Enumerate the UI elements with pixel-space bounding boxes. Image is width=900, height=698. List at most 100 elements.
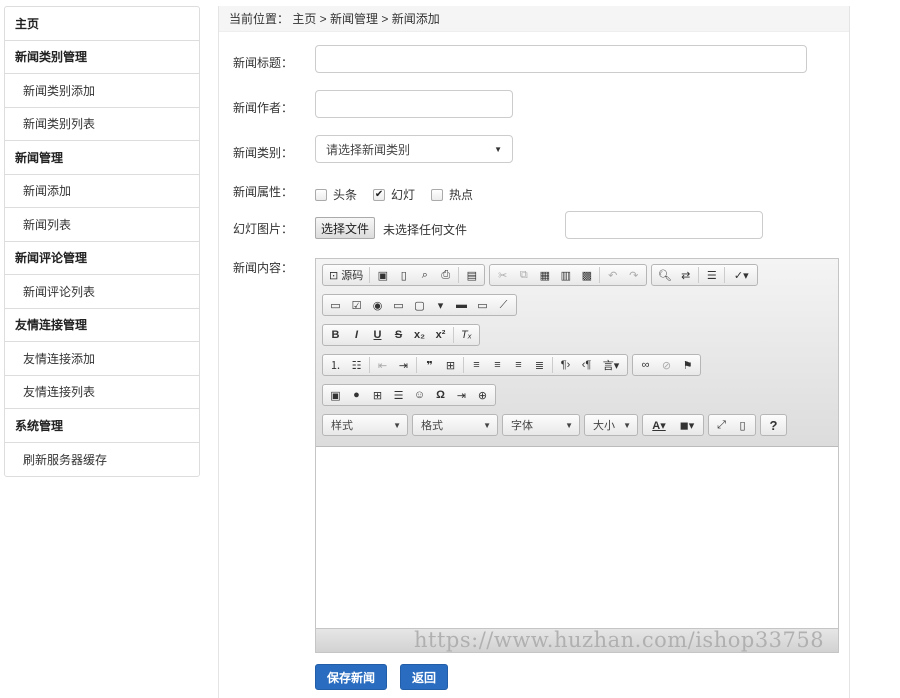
templates-icon[interactable]: ▤: [461, 266, 482, 284]
align-right-icon[interactable]: ≡: [508, 356, 529, 374]
language-icon[interactable]: 言▾: [597, 356, 625, 374]
sidebar-section-header[interactable]: 友情连接管理: [5, 309, 199, 342]
align-justify-icon[interactable]: ≣: [529, 356, 550, 374]
checkbox-icon[interactable]: ☑: [346, 296, 367, 314]
remove-format-icon[interactable]: Tₓ: [456, 326, 477, 344]
title-input[interactable]: [315, 45, 807, 73]
author-input[interactable]: [315, 90, 513, 118]
bg-color-icon[interactable]: ◼▾: [673, 416, 701, 434]
print-icon[interactable]: ⎙: [435, 266, 456, 284]
radio-icon[interactable]: ◉: [367, 296, 388, 314]
new-page-icon[interactable]: ▯: [393, 266, 414, 284]
div-container-icon[interactable]: ⊞: [440, 356, 461, 374]
sidebar-section-header[interactable]: 系统管理: [5, 409, 199, 443]
back-button[interactable]: 返回: [400, 664, 448, 690]
sidebar-item[interactable]: 刷新服务器缓存: [5, 443, 199, 477]
subscript-icon[interactable]: x₂: [409, 326, 430, 344]
save-icon[interactable]: ▣: [372, 266, 393, 284]
attr-label-hot: 热点: [449, 188, 474, 202]
italic-icon[interactable]: I: [346, 326, 367, 344]
textarea-icon[interactable]: ▢: [409, 296, 430, 314]
sidebar-section-header[interactable]: 主页: [5, 7, 199, 41]
category-selected-text: 请选择新闻类别: [326, 142, 411, 157]
select-all-icon[interactable]: ☰: [701, 266, 722, 284]
chevron-down-icon: ▼: [565, 420, 573, 430]
font-combo[interactable]: 字体 ▼: [502, 414, 580, 436]
cut-icon[interactable]: ✂: [492, 266, 513, 284]
sidebar-section-header[interactable]: 新闻类别管理: [5, 41, 199, 74]
flash-icon[interactable]: ●: [346, 386, 367, 404]
attr-checkbox-hot[interactable]: [431, 188, 444, 201]
outdent-icon[interactable]: ⇤: [372, 356, 393, 374]
paste-word-icon[interactable]: ▩: [576, 266, 597, 284]
find-icon[interactable]: 🔍︎: [654, 266, 675, 284]
maximize-icon[interactable]: ⤢: [711, 416, 732, 434]
form-icon[interactable]: ▭: [325, 296, 346, 314]
spellcheck-icon[interactable]: ✓▾: [727, 266, 755, 284]
align-center-icon[interactable]: ≡: [487, 356, 508, 374]
bold-icon[interactable]: B: [325, 326, 346, 344]
sidebar-item[interactable]: 新闻评论列表: [5, 275, 199, 309]
rich-text-editor: ⊡ 源码 ▣ ▯ ⌕ ⎙ ▤ ✂ ⧉ ▦ ▥ ▩ ↶ ↷ 🔍︎ ⇄ ☰ ✓▾ ▭…: [315, 258, 839, 653]
smiley-icon[interactable]: ☺: [409, 386, 430, 404]
sidebar-item-label: 新闻类别添加: [23, 83, 96, 98]
redo-icon[interactable]: ↷: [623, 266, 644, 284]
rtl-icon[interactable]: ‹¶: [576, 356, 597, 374]
sidebar-item[interactable]: 新闻类别列表: [5, 108, 199, 141]
about-icon[interactable]: ?: [763, 416, 784, 434]
sidebar-item[interactable]: 友情连接添加: [5, 342, 199, 376]
separator: [369, 267, 371, 283]
style-combo[interactable]: 样式 ▼: [322, 414, 408, 436]
paste-text-icon[interactable]: ▥: [555, 266, 576, 284]
sidebar-item[interactable]: 新闻类别添加: [5, 74, 199, 108]
sidebar-item-label: 友情连接管理: [15, 318, 88, 333]
image-icon[interactable]: ▣: [325, 386, 346, 404]
superscript-icon[interactable]: x²: [430, 326, 451, 344]
blockquote-icon[interactable]: ❞: [419, 356, 440, 374]
sidebar-section-header[interactable]: 新闻评论管理: [5, 242, 199, 275]
select-field-icon[interactable]: ▾: [430, 296, 451, 314]
choose-file-button[interactable]: 选择文件: [315, 217, 376, 239]
category-select[interactable]: 请选择新闻类别 ▼: [315, 135, 513, 163]
source-button[interactable]: ⊡ 源码: [325, 266, 367, 284]
attr-checkbox-slide[interactable]: ✔: [373, 188, 386, 201]
size-combo[interactable]: 大小 ▼: [584, 414, 638, 436]
save-news-button[interactable]: 保存新闻: [315, 664, 387, 690]
anchor-flag-icon[interactable]: ⚑: [677, 356, 698, 374]
text-color-icon[interactable]: A▾: [645, 416, 673, 434]
copy-icon[interactable]: ⧉: [513, 266, 534, 284]
indent-icon[interactable]: ⇥: [393, 356, 414, 374]
preview-icon[interactable]: ⌕: [414, 266, 435, 284]
numbered-list-icon[interactable]: ⒈: [325, 356, 346, 374]
page-break-icon[interactable]: ⇥: [451, 386, 472, 404]
image-text-input[interactable]: [565, 211, 763, 239]
horizontal-rule-icon[interactable]: ☰: [388, 386, 409, 404]
paste-icon[interactable]: ▦: [534, 266, 555, 284]
image-button-icon[interactable]: ▭: [472, 296, 493, 314]
align-left-icon[interactable]: ≡: [466, 356, 487, 374]
show-blocks-icon[interactable]: ▯: [732, 416, 753, 434]
editor-content-area[interactable]: [316, 447, 838, 630]
underline-icon[interactable]: U: [367, 326, 388, 344]
sidebar-item-label: 新闻列表: [23, 217, 72, 232]
special-char-icon[interactable]: Ω: [430, 386, 451, 404]
chevron-down-icon: ▼: [494, 144, 502, 154]
hidden-field-icon[interactable]: ⟋: [493, 296, 514, 314]
link-icon[interactable]: ∞: [635, 356, 656, 374]
iframe-icon[interactable]: ⊕: [472, 386, 493, 404]
sidebar-item[interactable]: 新闻列表: [5, 208, 199, 242]
strike-icon[interactable]: S: [388, 326, 409, 344]
sidebar-section-header[interactable]: 新闻管理: [5, 141, 199, 175]
bulleted-list-icon[interactable]: ☷: [346, 356, 367, 374]
unlink-icon[interactable]: ⊘: [656, 356, 677, 374]
attr-checkbox-headline[interactable]: [315, 188, 327, 201]
sidebar-item[interactable]: 新闻添加: [5, 175, 199, 208]
sidebar-item[interactable]: 友情连接列表: [5, 376, 199, 409]
textfield-icon[interactable]: ▭: [388, 296, 409, 314]
button-field-icon[interactable]: ▬: [451, 296, 472, 314]
format-combo[interactable]: 格式 ▼: [412, 414, 498, 436]
ltr-icon[interactable]: ¶›: [555, 356, 576, 374]
replace-icon[interactable]: ⇄: [675, 266, 696, 284]
undo-icon[interactable]: ↶: [602, 266, 623, 284]
table-icon[interactable]: ⊞: [367, 386, 388, 404]
